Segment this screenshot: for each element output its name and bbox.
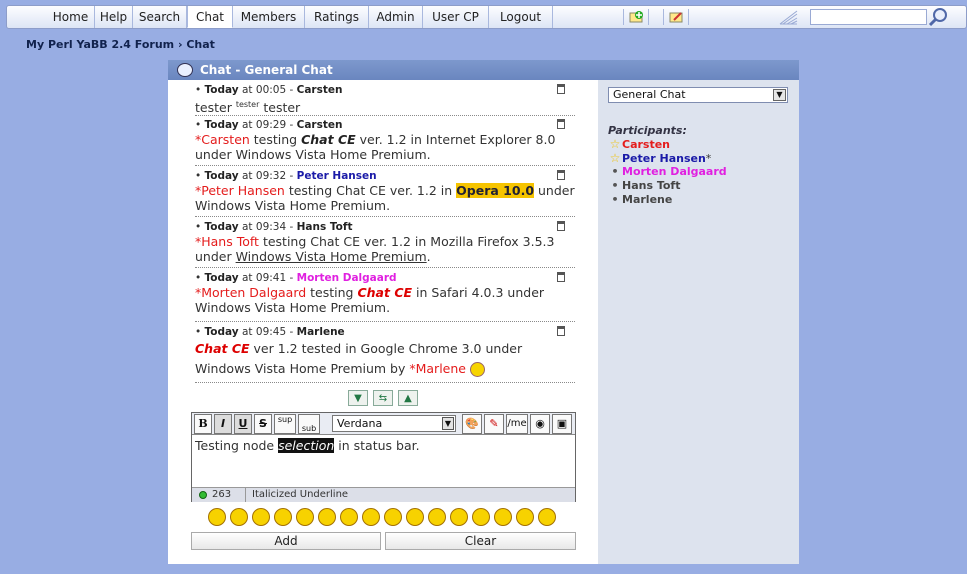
chevron-down-icon: ▼ — [773, 89, 786, 101]
underline-button[interactable]: U — [234, 414, 252, 434]
panel-header: Chat - General Chat — [168, 60, 799, 80]
italic-button[interactable]: I — [214, 414, 232, 434]
menu-lines-icon — [777, 7, 801, 27]
delete-icon[interactable] — [557, 84, 565, 94]
chat-message: • Today at 09:29 - Carsten *Carsten test… — [195, 118, 575, 166]
smiley-rolleyes-icon[interactable] — [406, 508, 424, 526]
message-user[interactable]: Morten Dalgaard — [297, 272, 397, 284]
delete-icon[interactable] — [557, 221, 565, 231]
chevron-down-icon: ▼ — [442, 417, 454, 430]
smiley-wink-icon — [469, 362, 485, 377]
smiley-undecided-icon[interactable] — [494, 508, 512, 526]
underlined-link[interactable]: Windows Vista Home Premium — [236, 249, 427, 264]
me-button[interactable]: /me — [506, 414, 528, 434]
smiley-lipsrsealed-icon[interactable] — [472, 508, 490, 526]
panel-title: Chat - General Chat — [200, 63, 333, 77]
message-user[interactable]: Carsten — [297, 84, 343, 96]
breadcrumb: My Perl YaBB 2.4 Forum › Chat — [26, 38, 215, 51]
delete-icon[interactable] — [557, 326, 565, 336]
participant-item[interactable]: ☆ Peter Hansen* — [608, 151, 712, 165]
refresh-button[interactable]: ⇆ — [373, 390, 393, 406]
smiley-wink-icon[interactable] — [230, 508, 248, 526]
nav-user-cp[interactable]: User CP — [423, 6, 489, 28]
delete-icon[interactable] — [557, 272, 565, 282]
formatting-toolbar: B I U S sup sub Verdana ▼ 🎨 ✎ /me ◉ ▣ — [192, 413, 575, 435]
nav-chat[interactable]: Chat — [187, 6, 233, 28]
participant-item[interactable]: • Hans Toft — [608, 179, 680, 193]
nav-admin[interactable]: Admin — [369, 6, 423, 28]
status-bar: 263 Italicized Underline — [192, 487, 575, 502]
chat-message: • Today at 09:32 - Peter Hansen *Peter H… — [195, 169, 575, 217]
clear-button[interactable]: Clear — [385, 532, 576, 550]
nav-ratings[interactable]: Ratings — [305, 6, 369, 28]
edit-note-icon[interactable] — [663, 9, 689, 25]
smiley-sad-icon[interactable] — [318, 508, 336, 526]
search-input[interactable] — [810, 9, 927, 25]
smiley-cry-icon[interactable] — [538, 508, 556, 526]
bullet-icon: • — [611, 165, 619, 178]
message-user[interactable]: Marlene — [297, 326, 345, 338]
chat-message: • Today at 09:34 - Hans Toft *Hans Toft … — [195, 220, 575, 268]
nav-logout[interactable]: Logout — [489, 6, 553, 28]
nav-home[interactable]: Home — [47, 6, 95, 28]
message-textarea[interactable]: Testing node selection in status bar. — [195, 438, 420, 453]
chat-message: • Today at 00:05 - Carsten tester tester… — [195, 83, 575, 116]
smiley-grin-icon[interactable] — [274, 508, 292, 526]
smiley-tongue-icon[interactable] — [428, 508, 446, 526]
chat-message: • Today at 09:41 - Morten Dalgaard *Mort… — [195, 271, 575, 322]
message-editor: B I U S sup sub Verdana ▼ 🎨 ✎ /me ◉ ▣ Tes… — [191, 412, 576, 502]
smiley-bar — [208, 508, 560, 528]
participants-label: Participants: — [608, 124, 687, 137]
chat-panel: Chat - General Chat • Today at 00:05 - C… — [168, 60, 799, 564]
star-icon: ☆ — [609, 151, 621, 165]
smiley-smile-icon[interactable] — [208, 508, 226, 526]
subscript-button[interactable]: sub — [298, 414, 320, 434]
smiley-huh-icon[interactable] — [384, 508, 402, 526]
bullet-icon: • — [611, 179, 619, 192]
add-bookmark-icon[interactable] — [623, 9, 649, 25]
smiley-shocked-icon[interactable] — [340, 508, 358, 526]
color-palette-icon[interactable]: 🎨 — [462, 414, 482, 434]
superscript-button[interactable]: sup — [274, 414, 296, 434]
character-count: 263 — [212, 489, 232, 500]
search-icon[interactable] — [928, 7, 948, 27]
nav-search[interactable]: Search — [133, 6, 187, 28]
smiley-cheesy-icon[interactable] — [252, 508, 270, 526]
message-user[interactable]: Carsten — [297, 119, 343, 131]
smiley-angry-icon[interactable] — [296, 508, 314, 526]
top-navigation-bar: Home Help Search Chat Members Ratings Ad… — [6, 5, 967, 29]
participant-item[interactable]: • Morten Dalgaard — [608, 165, 726, 179]
nav-members[interactable]: Members — [233, 6, 305, 28]
bold-button[interactable]: B — [194, 414, 212, 434]
message-user[interactable]: Hans Toft — [297, 221, 353, 233]
add-button[interactable]: Add — [191, 532, 381, 550]
strikethrough-button[interactable]: S — [254, 414, 272, 434]
bullet-icon: • — [611, 193, 619, 206]
participant-item[interactable]: • Marlene — [608, 193, 672, 207]
star-icon: ☆ — [609, 137, 621, 151]
smiley-embarrassed-icon[interactable] — [450, 508, 468, 526]
scroll-down-button[interactable]: ▼ — [348, 390, 368, 406]
globe-link-icon[interactable]: ◉ — [530, 414, 550, 434]
image-icon[interactable]: ▣ — [552, 414, 572, 434]
chat-message: • Today at 09:45 - Marlene Chat CE ver 1… — [195, 325, 575, 383]
highlight-icon[interactable]: ✎ — [484, 414, 504, 434]
status-led-icon — [199, 491, 207, 499]
status-text: Italicized Underline — [252, 489, 349, 500]
delete-icon[interactable] — [557, 119, 565, 129]
message-user[interactable]: Peter Hansen — [297, 170, 377, 182]
font-select[interactable]: Verdana ▼ — [332, 415, 456, 432]
participant-item[interactable]: ☆ Carsten — [608, 137, 670, 151]
delete-icon[interactable] — [557, 170, 565, 180]
nav-help[interactable]: Help — [95, 6, 133, 28]
scroll-up-button[interactable]: ▲ — [398, 390, 418, 406]
room-select[interactable]: General Chat ▼ — [608, 87, 788, 103]
participants-sidebar: General Chat ▼ Participants: ☆ Carsten ☆ Pe… — [598, 80, 799, 564]
smiley-kiss-icon[interactable] — [516, 508, 534, 526]
chat-bubble-icon — [177, 63, 193, 77]
smiley-cool-icon[interactable] — [362, 508, 380, 526]
